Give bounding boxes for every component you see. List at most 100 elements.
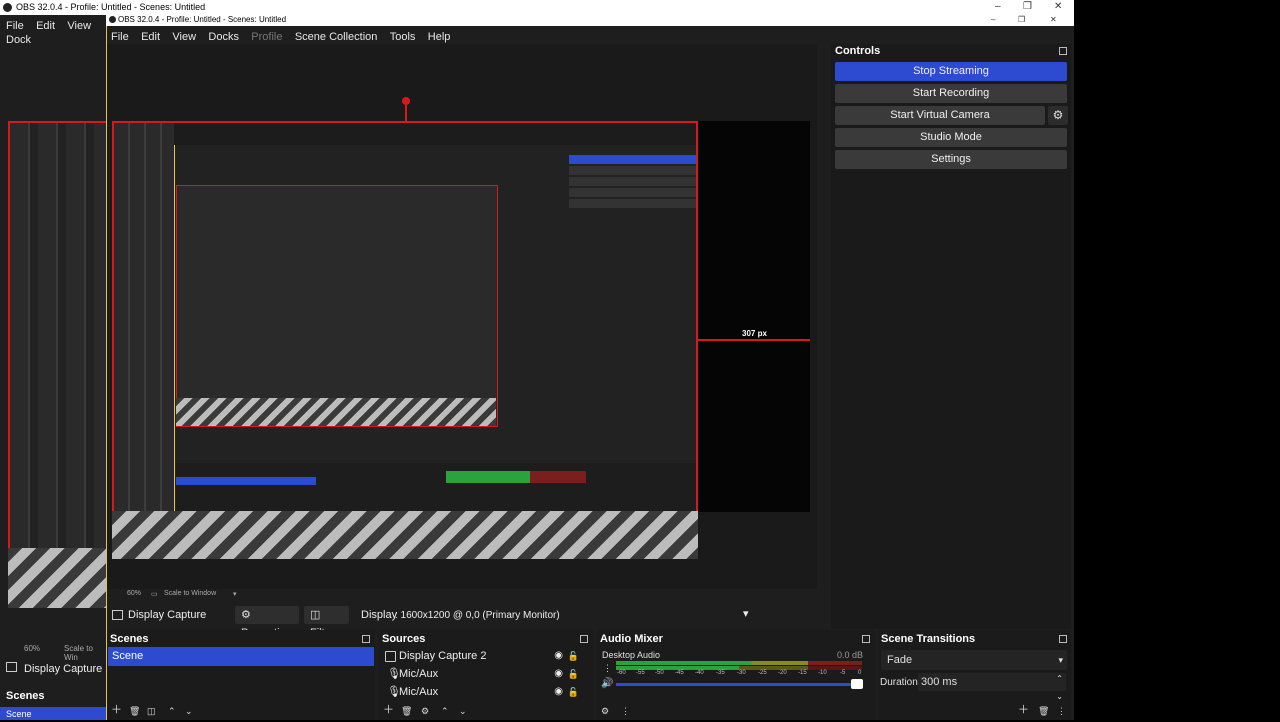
bg-menu-dock[interactable]: Dock	[6, 34, 31, 46]
minimize-icon[interactable]: –	[995, 1, 1001, 12]
scenes-header: Scenes	[110, 633, 149, 645]
nested-stripes-left	[8, 548, 106, 608]
nested-controls	[569, 153, 696, 223]
menu-file[interactable]: File	[111, 31, 129, 43]
eye-icon[interactable]: ◉	[554, 683, 563, 701]
dock-float-icon[interactable]	[862, 635, 870, 643]
meter-tick: -50	[655, 670, 664, 676]
transition-select[interactable]: Fade ▾	[881, 650, 1067, 670]
monitor-icon	[6, 662, 17, 672]
vertical-dots-icon[interactable]: ⋮	[603, 663, 612, 674]
nested-copies-inner	[114, 123, 174, 513]
display-label: Display	[361, 609, 398, 621]
stop-streaming-button[interactable]: Stop Streaming	[835, 62, 1067, 81]
dock-float-icon[interactable]	[1059, 47, 1067, 55]
audio-mixer-header: Audio Mixer	[600, 633, 663, 645]
add-icon[interactable]: ＋	[111, 701, 122, 717]
restore-icon[interactable]: ❐	[1023, 1, 1032, 12]
chevron-down-icon[interactable]: ⌄	[185, 706, 193, 717]
speaker-icon[interactable]: 🔊	[601, 678, 613, 689]
gear-icon[interactable]: ⚙	[421, 706, 429, 717]
scene-item[interactable]: Scene	[108, 647, 374, 666]
source-item[interactable]: 🎙 Mic/Aux ◉ 🔓	[383, 683, 589, 701]
add-icon[interactable]: ＋	[383, 701, 394, 717]
chevron-down-icon[interactable]: ⌄	[459, 706, 467, 717]
menu-help[interactable]: Help	[428, 31, 451, 43]
menu-view[interactable]: View	[172, 31, 196, 43]
display-capture-source[interactable]	[112, 121, 698, 559]
meter-tick: -35	[716, 670, 725, 676]
trash-icon[interactable]: 🗑	[1038, 706, 1049, 717]
settings-button[interactable]: Settings	[835, 150, 1067, 169]
dock-float-icon[interactable]	[580, 635, 588, 643]
sources-header: Sources	[382, 633, 426, 645]
nested-button	[569, 199, 696, 208]
mixer-track-name: Desktop Audio	[602, 650, 661, 660]
properties-button[interactable]: ⚙ Properties	[235, 606, 299, 639]
meter-tick: -10	[818, 670, 827, 676]
chevron-up-icon[interactable]: ⌃	[168, 706, 176, 717]
trash-icon[interactable]: 🗑	[129, 706, 140, 717]
source-item[interactable]: 🎙 Mic/Aux ◉ 🔓	[383, 665, 589, 683]
filters-button[interactable]: ◫ Filters	[304, 606, 349, 639]
filter-icon[interactable]: ◫	[147, 706, 156, 717]
trash-icon[interactable]: 🗑	[401, 706, 412, 717]
add-icon[interactable]: ＋	[1018, 701, 1029, 717]
menu-tools[interactable]: Tools	[390, 31, 416, 43]
restore-icon[interactable]: ❐	[1018, 15, 1025, 24]
start-virtual-camera-button[interactable]: Start Virtual Camera	[835, 106, 1045, 125]
meter-tick: -30	[737, 670, 746, 676]
bg-scene-item[interactable]: Scene	[0, 707, 106, 720]
start-recording-button[interactable]: Start Recording	[835, 84, 1067, 103]
dock-float-icon[interactable]	[1059, 635, 1067, 643]
volume-slider[interactable]	[616, 683, 860, 686]
bg-menu-edit[interactable]: Edit	[36, 20, 55, 32]
source-toolbar: Display Capture ⚙ Properties ◫ Filters D…	[107, 604, 817, 639]
meter-tick: 0	[858, 670, 862, 676]
studio-mode-button[interactable]: Studio Mode	[835, 128, 1067, 147]
virtual-camera-settings-gear-icon[interactable]: ⚙	[1048, 106, 1068, 125]
vertical-dots-icon[interactable]: ⋮	[621, 706, 630, 717]
vertical-dots-icon[interactable]: ⋮	[1057, 706, 1066, 717]
menu-edit[interactable]: Edit	[141, 31, 160, 43]
source-item[interactable]: Display Capture 2 ◉ 🔓	[383, 647, 589, 665]
zoom-level[interactable]: 60%	[127, 590, 141, 597]
display-select[interactable]: : 1600x1200 @ 0,0 (Primary Monitor)	[395, 610, 560, 621]
nested-button	[569, 155, 696, 164]
chevron-down-icon[interactable]: ▾	[233, 590, 237, 598]
eye-icon[interactable]: ◉	[554, 647, 563, 665]
window-title: OBS 32.0.4 - Profile: Untitled - Scenes:…	[118, 15, 287, 24]
close-icon[interactable]: ✕	[1054, 1, 1062, 12]
stripe-pattern	[112, 511, 698, 559]
bg-scale: Scale to Win	[64, 644, 93, 662]
bg-source-label: Display Capture	[6, 662, 102, 675]
nested-button	[569, 177, 696, 186]
duration-spinbox[interactable]: 300 ms ⌃ ⌄	[918, 673, 1066, 701]
meter-tick: -45	[675, 670, 684, 676]
fullscreen-icon[interactable]: ▭	[151, 590, 158, 598]
chevron-down-icon[interactable]: ▾	[743, 607, 749, 620]
gear-icon[interactable]: ⚙	[601, 706, 609, 717]
minimize-icon[interactable]: –	[991, 15, 995, 24]
menu-scene-collection[interactable]: Scene Collection	[295, 31, 378, 43]
close-icon[interactable]: ✕	[1050, 15, 1057, 24]
dock-float-icon[interactable]	[362, 635, 370, 643]
bg-menu-file[interactable]: File	[6, 20, 24, 32]
rotation-handle[interactable]	[402, 97, 410, 105]
window-title-bar: OBS 32.0.4 - Profile: Untitled - Scenes:…	[106, 14, 1074, 26]
scale-mode[interactable]: Scale to Window	[164, 590, 216, 597]
lock-icon[interactable]: 🔓	[568, 665, 579, 683]
background-menu-bar: File Edit View Dock	[0, 15, 106, 46]
meter-tick: -60	[617, 670, 626, 676]
eye-icon[interactable]: ◉	[554, 665, 563, 683]
stepper-icon[interactable]: ⌃ ⌄	[1056, 670, 1063, 706]
lock-icon[interactable]: 🔓	[568, 683, 579, 701]
obs-logo-icon	[3, 3, 12, 12]
volume-slider-handle[interactable]	[851, 679, 863, 689]
menu-docks[interactable]: Docks	[208, 31, 239, 43]
chevron-up-icon[interactable]: ⌃	[441, 706, 449, 717]
menu-profile[interactable]: Profile	[251, 31, 282, 43]
scene-transitions-header: Scene Transitions	[881, 633, 976, 645]
lock-icon[interactable]: 🔓	[568, 647, 579, 665]
bg-menu-view[interactable]: View	[67, 20, 91, 32]
